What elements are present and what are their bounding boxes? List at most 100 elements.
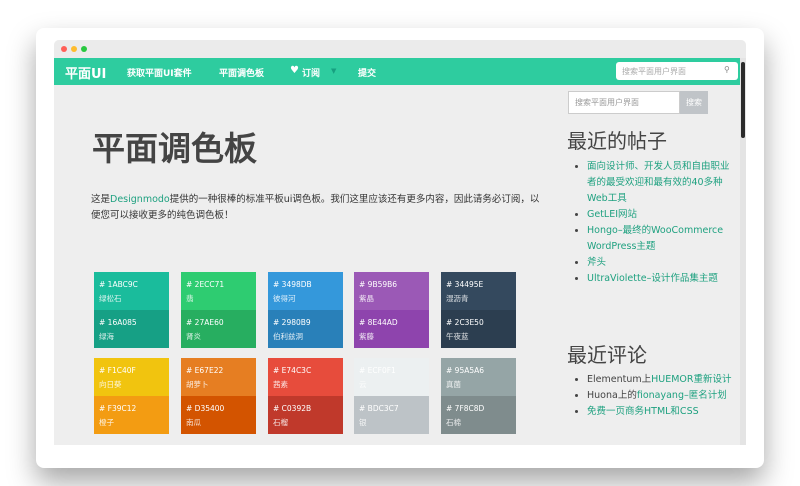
swatch-hex-code: # 2980B9 [273, 318, 311, 327]
swatch-hex-code: # 2ECC71 [186, 280, 225, 289]
swatch-hex-code: # BDC3C7 [359, 404, 399, 413]
sidebar-search-input[interactable]: 搜索平面用户界面 [568, 91, 680, 114]
color-swatch[interactable]: # ECF0F1 云 # BDC3C7 银 [354, 358, 429, 434]
minimize-window-button[interactable] [71, 46, 77, 52]
recent-post-link[interactable]: Hongo–最终的WooCommerce WordPress主题 [587, 225, 723, 252]
swatch-hex-code: # 3498DB [273, 280, 312, 289]
navbar-search-input[interactable]: 搜索平面用户界面 ⚲ [616, 62, 738, 80]
swatch-color-name: 翡 [186, 294, 194, 303]
intro-paragraph: 这是Designmodo提供的一种很棒的标准平板ui调色板。我们这里应该还有更多… [91, 192, 546, 224]
swatch-hex-code: # C0392B [273, 404, 312, 413]
swatch-top[interactable]: # 1ABC9C 绿松石 [94, 272, 169, 310]
page-content: 平面调色板 这是Designmodo提供的一种很棒的标准平板ui调色板。我们这里… [54, 85, 740, 445]
swatch-bottom[interactable]: # 16A085 绿海 [94, 310, 169, 348]
swatch-hex-code: # F1C40F [99, 366, 136, 375]
color-swatch[interactable]: # 95A5A6 真菌 # 7F8C8D 石棉 [441, 358, 516, 434]
swatch-top[interactable]: # 9B59B6 紫晶 [354, 272, 429, 310]
color-swatch[interactable]: # E74C3C 茜素 # C0392B 石榴 [268, 358, 343, 434]
color-swatch[interactable]: # 9B59B6 紫晶 # 8E44AD 紫藤 [354, 272, 429, 348]
swatch-bottom[interactable]: # 7F8C8D 石棉 [441, 396, 516, 434]
swatch-bottom[interactable]: # F39C12 橙子 [94, 396, 169, 434]
swatch-hex-code: # E67E22 [186, 366, 224, 375]
recent-comments-heading: 最近评论 [567, 343, 647, 367]
recent-comments-list: Elementum上HUEMOR重新设计 Huona上的fionayang–匿名… [570, 372, 733, 420]
swatch-hex-code: # E74C3C [273, 366, 312, 375]
nav-link-palette[interactable]: 平面调色板 [219, 66, 264, 79]
swatch-color-name: 胡萝卜 [186, 380, 209, 389]
swatch-hex-code: # 8E44AD [359, 318, 398, 327]
swatch-color-name: 石棉 [446, 418, 461, 427]
swatch-bottom[interactable]: # D35400 南瓜 [181, 396, 256, 434]
swatch-hex-code: # D35400 [186, 404, 225, 413]
nav-link-submit[interactable]: 提交 [358, 66, 376, 79]
swatch-color-name: 真菌 [446, 380, 461, 389]
chevron-down-icon[interactable]: ▼ [331, 67, 336, 75]
zoom-window-button[interactable] [81, 46, 87, 52]
color-swatch[interactable]: # 3498DB 彼得河 # 2980B9 伯利兹洞 [268, 272, 343, 348]
brand-logo[interactable]: 平面UI [65, 63, 106, 82]
recent-post-link[interactable]: 斧头 [587, 257, 606, 268]
browser-window: 平面UI 获取平面UI套件 平面调色板 ♥ 订阅 ▼ 提交 搜索平面用户界面 ⚲… [54, 40, 746, 445]
search-icon[interactable]: ⚲ [724, 65, 730, 74]
swatch-bottom[interactable]: # 27AE60 肾炎 [181, 310, 256, 348]
swatch-hex-code: # 2C3E50 [446, 318, 484, 327]
color-swatch[interactable]: # 2ECC71 翡 # 27AE60 肾炎 [181, 272, 256, 348]
swatch-color-name: 银 [359, 418, 367, 427]
swatch-top[interactable]: # ECF0F1 云 [354, 358, 429, 396]
swatch-top[interactable]: # 34495E 湿沥青 [441, 272, 516, 310]
recent-post-link[interactable]: GetLEI网站 [587, 209, 637, 220]
swatch-hex-code: # F39C12 [99, 404, 137, 413]
swatch-bottom[interactable]: # 2980B9 伯利兹洞 [268, 310, 343, 348]
swatch-bottom[interactable]: # BDC3C7 银 [354, 396, 429, 434]
title-bar [54, 40, 746, 58]
nav-link-subscribe[interactable]: 订阅 [302, 66, 320, 79]
list-item: 斧头 [587, 255, 733, 271]
list-item: 免费一页商务HTML和CSS [587, 404, 733, 420]
swatch-top[interactable]: # F1C40F 向日葵 [94, 358, 169, 396]
comment-post-link[interactable]: fionayang–匿名计划 [637, 390, 727, 401]
swatch-top[interactable]: # 2ECC71 翡 [181, 272, 256, 310]
comment-connector: 上 [641, 374, 652, 385]
swatch-bottom[interactable]: # 8E44AD 紫藤 [354, 310, 429, 348]
swatch-top[interactable]: # E67E22 胡萝卜 [181, 358, 256, 396]
swatch-color-name: 石榴 [273, 418, 288, 427]
list-item: GetLEI网站 [587, 207, 733, 223]
comment-author: Elementum [587, 374, 642, 385]
top-navbar: 平面UI 获取平面UI套件 平面调色板 ♥ 订阅 ▼ 提交 搜索平面用户界面 ⚲ [54, 58, 746, 85]
recent-post-link[interactable]: UltraViolette–设计作品集主题 [587, 273, 718, 284]
swatch-color-name: 云 [359, 380, 367, 389]
intro-text-before: 这是 [91, 194, 111, 205]
swatch-hex-code: # 1ABC9C [99, 280, 138, 289]
list-item: Elementum上HUEMOR重新设计 [587, 372, 733, 388]
sidebar-search-button[interactable]: 搜索 [680, 91, 708, 114]
color-swatch[interactable]: # 34495E 湿沥青 # 2C3E50 午夜蓝 [441, 272, 516, 348]
swatch-bottom[interactable]: # 2C3E50 午夜蓝 [441, 310, 516, 348]
comment-connector: 上的 [617, 390, 637, 401]
nav-link-get-kit[interactable]: 获取平面UI套件 [127, 66, 192, 79]
designmodo-link[interactable]: Designmodo [110, 194, 170, 205]
swatch-top[interactable]: # 95A5A6 真菌 [441, 358, 516, 396]
close-window-button[interactable] [61, 46, 67, 52]
swatch-top[interactable]: # 3498DB 彼得河 [268, 272, 343, 310]
list-item: UltraViolette–设计作品集主题 [587, 271, 733, 287]
scrollbar-thumb[interactable] [741, 62, 745, 138]
swatch-color-name: 绿海 [99, 332, 114, 341]
color-swatch[interactable]: # F1C40F 向日葵 # F39C12 橙子 [94, 358, 169, 434]
comment-author-link[interactable]: 免费一页商务HTML和CSS [587, 406, 699, 417]
swatch-hex-code: # 16A085 [99, 318, 137, 327]
swatch-color-name: 茜素 [273, 380, 288, 389]
color-swatch[interactable]: # E67E22 胡萝卜 # D35400 南瓜 [181, 358, 256, 434]
color-swatch[interactable]: # 1ABC9C 绿松石 # 16A085 绿海 [94, 272, 169, 348]
swatch-color-name: 湿沥青 [446, 294, 469, 303]
recent-posts-list: 面向设计师、开发人员和自由职业者的最受欢迎和最有效的40多种Web工具 GetL… [570, 159, 733, 287]
swatch-color-name: 紫藤 [359, 332, 374, 341]
swatch-top[interactable]: # E74C3C 茜素 [268, 358, 343, 396]
comment-post-link[interactable]: HUEMOR重新设计 [651, 374, 731, 385]
recent-post-link[interactable]: 面向设计师、开发人员和自由职业者的最受欢迎和最有效的40多种Web工具 [587, 161, 730, 204]
swatch-color-name: 南瓜 [186, 418, 201, 427]
heart-icon: ♥ [290, 65, 299, 76]
swatch-color-name: 肾炎 [186, 332, 201, 341]
swatch-color-name: 彼得河 [273, 294, 296, 303]
swatch-hex-code: # 34495E [446, 280, 484, 289]
swatch-bottom[interactable]: # C0392B 石榴 [268, 396, 343, 434]
